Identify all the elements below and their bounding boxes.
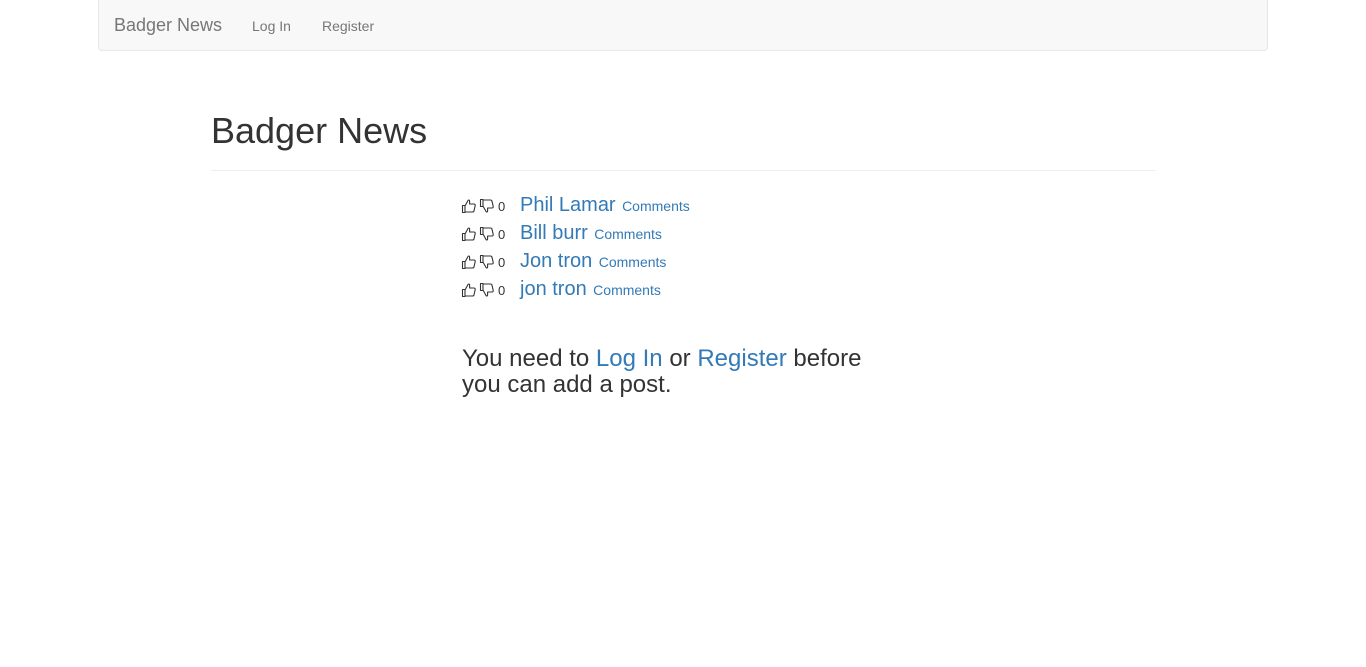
post-comments-link[interactable]: Comments (622, 198, 690, 214)
navbar-brand[interactable]: Badger News (114, 15, 222, 35)
nav-register-link[interactable]: Register (322, 17, 374, 35)
thumbs-down-icon[interactable] (479, 282, 495, 298)
thumbs-down-icon[interactable] (479, 226, 495, 242)
vote-count: 0 (498, 199, 506, 214)
thumbs-down-icon[interactable] (479, 198, 495, 214)
vote-count: 0 (498, 255, 506, 270)
thumbs-up-icon[interactable] (461, 198, 477, 214)
list-item: 0 Bill burr Comments (461, 220, 881, 248)
notice-middle: or (669, 345, 691, 372)
notice-register-link[interactable]: Register (697, 345, 786, 372)
page-header: Badger News (211, 108, 1156, 171)
thumbs-up-icon[interactable] (461, 282, 477, 298)
thumbs-up-icon[interactable] (461, 254, 477, 270)
notice-login-link[interactable]: Log In (596, 345, 663, 372)
list-item: 0 Jon tron Comments (461, 248, 881, 276)
login-notice: You need to Log In or Register before yo… (462, 346, 892, 398)
list-item: 0 jon tron Comments (461, 276, 881, 304)
post-list: 0 Phil Lamar Comments 0 Bill burr Commen… (461, 192, 881, 304)
vote-count: 0 (498, 283, 506, 298)
post-title-link[interactable]: Bill burr (520, 222, 588, 244)
post-title-link[interactable]: Jon tron (520, 250, 592, 272)
post-title-link[interactable]: Phil Lamar (520, 194, 616, 216)
notice-prefix: You need to (462, 345, 590, 372)
thumbs-down-icon[interactable] (479, 254, 495, 270)
navbar: Badger News Log In Register (98, 0, 1268, 51)
post-title-link[interactable]: jon tron (520, 278, 587, 300)
vote-count: 0 (498, 227, 506, 242)
thumbs-up-icon[interactable] (461, 226, 477, 242)
post-comments-link[interactable]: Comments (593, 282, 661, 298)
post-comments-link[interactable]: Comments (599, 254, 667, 270)
post-comments-link[interactable]: Comments (594, 226, 662, 242)
nav-login-link[interactable]: Log In (252, 17, 291, 35)
page-title: Badger News (211, 110, 428, 151)
list-item: 0 Phil Lamar Comments (461, 192, 881, 220)
